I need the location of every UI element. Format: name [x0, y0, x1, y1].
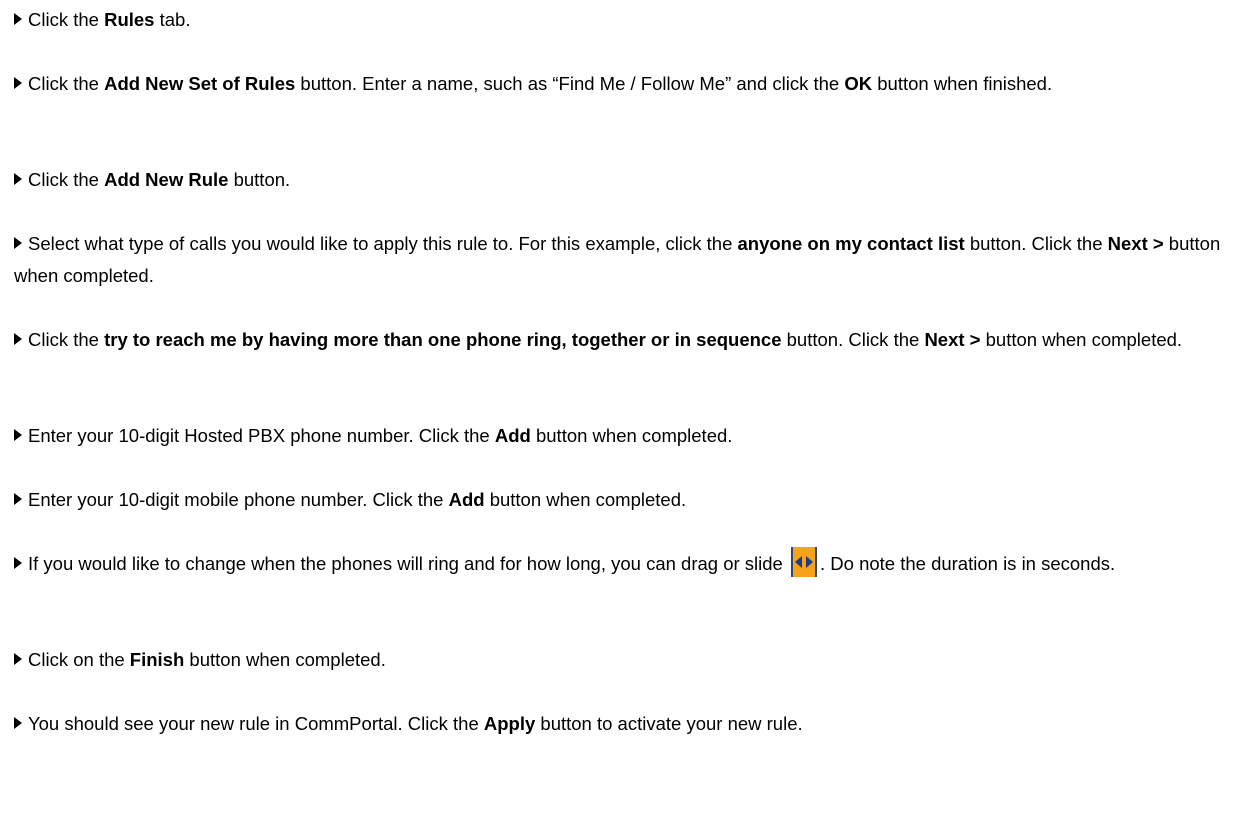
step-5-bold-try-to-reach: try to reach me by having more than one …: [104, 329, 782, 350]
step-10-text-a: You should see your new rule in CommPort…: [28, 713, 484, 734]
step-7-text-a: Enter your 10-digit mobile phone number.…: [28, 489, 449, 510]
step-1: Click the Rules tab.: [14, 4, 1246, 36]
step-2-text-c: button when finished.: [872, 73, 1053, 94]
step-4-text-a: Select what type of calls you would like…: [28, 233, 738, 254]
step-2-text-b: button. Enter a name, such as “Find Me /…: [295, 73, 845, 94]
step-9-bold-finish: Finish: [129, 649, 185, 670]
step-8-text-b: . Do note the duration is in seconds.: [820, 553, 1116, 574]
step-8: If you would like to change when the pho…: [14, 547, 1246, 580]
step-2: Click the Add New Set of Rules button. E…: [14, 68, 1246, 100]
step-1-text-a: Click the: [28, 9, 105, 30]
step-10-bold-apply: Apply: [483, 713, 536, 734]
triangle-bullet-icon: [14, 13, 22, 26]
step-6-text-b: button when completed.: [530, 425, 733, 446]
step-9: Click on the Finish button when complete…: [14, 644, 1246, 676]
step-4-bold-anyone: anyone on my contact list: [737, 233, 965, 254]
triangle-bullet-icon: [14, 717, 22, 730]
step-1-text-b: tab.: [154, 9, 191, 30]
step-3-text-b: button.: [228, 169, 291, 190]
triangle-bullet-icon: [14, 237, 22, 250]
triangle-bullet-icon: [14, 493, 22, 506]
step-10: You should see your new rule in CommPort…: [14, 708, 1246, 740]
step-1-bold-rules: Rules: [104, 9, 155, 30]
step-4: Select what type of calls you would like…: [14, 228, 1246, 292]
step-3: Click the Add New Rule button.: [14, 164, 1246, 196]
step-7-text-b: button when completed.: [484, 489, 687, 510]
step-4-text-b: button. Click the: [964, 233, 1108, 254]
step-2-bold-ok: OK: [844, 73, 873, 94]
step-5-bold-next: Next >: [924, 329, 981, 350]
step-8-text-a: If you would like to change when the pho…: [28, 553, 788, 574]
step-2-text-a: Click the: [28, 73, 105, 94]
arrow-right-icon: [806, 556, 813, 569]
triangle-bullet-icon: [14, 333, 22, 346]
step-7: Enter your 10-digit mobile phone number.…: [14, 484, 1246, 516]
triangle-bullet-icon: [14, 429, 22, 442]
step-5-text-c: button when completed.: [980, 329, 1183, 350]
step-10-text-b: button to activate your new rule.: [535, 713, 803, 734]
step-9-text-a: Click on the: [28, 649, 130, 670]
triangle-bullet-icon: [14, 557, 22, 570]
step-3-bold-add-new-rule: Add New Rule: [104, 169, 229, 190]
arrow-left-icon: [795, 556, 802, 569]
triangle-bullet-icon: [14, 77, 22, 90]
step-5: Click the try to reach me by having more…: [14, 324, 1246, 356]
step-5-text-b: button. Click the: [781, 329, 925, 350]
step-6: Enter your 10-digit Hosted PBX phone num…: [14, 420, 1246, 452]
step-7-bold-add: Add: [448, 489, 485, 510]
triangle-bullet-icon: [14, 173, 22, 186]
triangle-bullet-icon: [14, 653, 22, 666]
step-6-text-a: Enter your 10-digit Hosted PBX phone num…: [28, 425, 495, 446]
step-5-text-a: Click the: [28, 329, 105, 350]
step-9-text-b: button when completed.: [184, 649, 386, 670]
slider-handle-icon: [791, 547, 817, 578]
step-6-bold-add: Add: [494, 425, 531, 446]
step-3-text-a: Click the: [28, 169, 105, 190]
step-4-bold-next: Next >: [1107, 233, 1164, 254]
step-2-bold-add-new-set: Add New Set of Rules: [104, 73, 296, 94]
